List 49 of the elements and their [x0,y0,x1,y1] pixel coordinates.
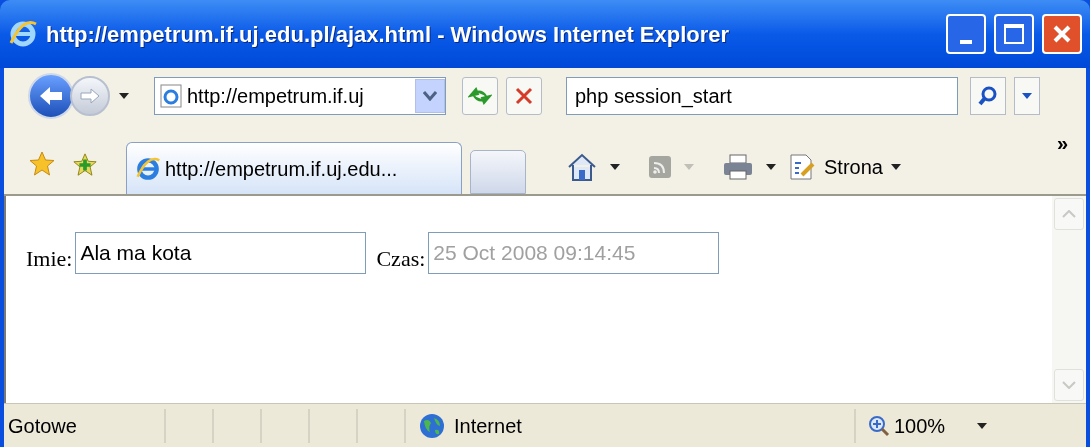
chevron-down-icon [1062,381,1076,389]
browser-logo-icon [8,19,38,49]
refresh-icon [468,86,492,106]
field-label: Imie: [26,245,73,273]
refresh-button[interactable] [462,77,498,115]
feed-icon [648,155,672,179]
dropdown-arrow-icon [684,164,694,170]
search-button[interactable] [970,77,1006,115]
browser-logo-icon [135,155,161,182]
page-menu-button[interactable]: Strona [788,152,901,182]
search-icon [977,85,999,107]
browser-tab[interactable]: http://empetrum.if.uj.edu... [126,142,462,194]
stop-button[interactable] [506,77,542,115]
maximize-button[interactable] [994,14,1034,54]
minimize-button[interactable] [946,14,986,54]
security-zone: Internet [454,413,522,439]
search-options-button[interactable] [1014,77,1040,115]
caret-icon [890,164,901,170]
dropdown-button[interactable] [415,79,445,113]
dropdown-arrow-icon[interactable] [766,164,776,170]
favorites-star-icon[interactable] [28,150,56,178]
back-arrow-icon [38,85,64,107]
address-bar[interactable]: http://empetrum.if.uj [154,77,446,115]
caret-icon [1022,93,1032,99]
search-field[interactable]: php session_start [566,77,958,115]
home-icon[interactable] [566,152,598,182]
dropdown-arrow-icon[interactable] [977,422,988,429]
forward-arrow-icon [79,87,101,105]
dropdown-arrow-icon[interactable] [610,164,620,170]
page-icon [159,84,183,108]
text-field[interactable]: Ala ma kota [75,232,367,274]
field-label: Czas: [376,245,426,273]
status-text: Gotowe [7,413,78,439]
chevron-down-icon [423,91,437,101]
window-title: http://empetrum.if.uj.edu.pl/ajax.html - Windows Internet Explorer [46,20,731,49]
close-icon [1051,23,1073,45]
page-edit-icon [788,153,816,181]
more-tools-chevron[interactable]: » [1056,128,1068,158]
zoom-button[interactable]: 100% [868,410,946,441]
close-button[interactable] [1042,14,1082,54]
back-button[interactable] [28,73,74,119]
globe-icon [418,411,446,440]
stop-icon [515,87,533,105]
zoom-icon [868,414,890,437]
chevron-up-icon [1062,210,1076,218]
dropdown-arrow-icon[interactable] [118,92,130,100]
printer-icon[interactable] [722,153,754,181]
add-favorite-icon[interactable] [72,152,98,178]
address-field[interactable]: http://empetrum.if.uj [187,81,411,111]
